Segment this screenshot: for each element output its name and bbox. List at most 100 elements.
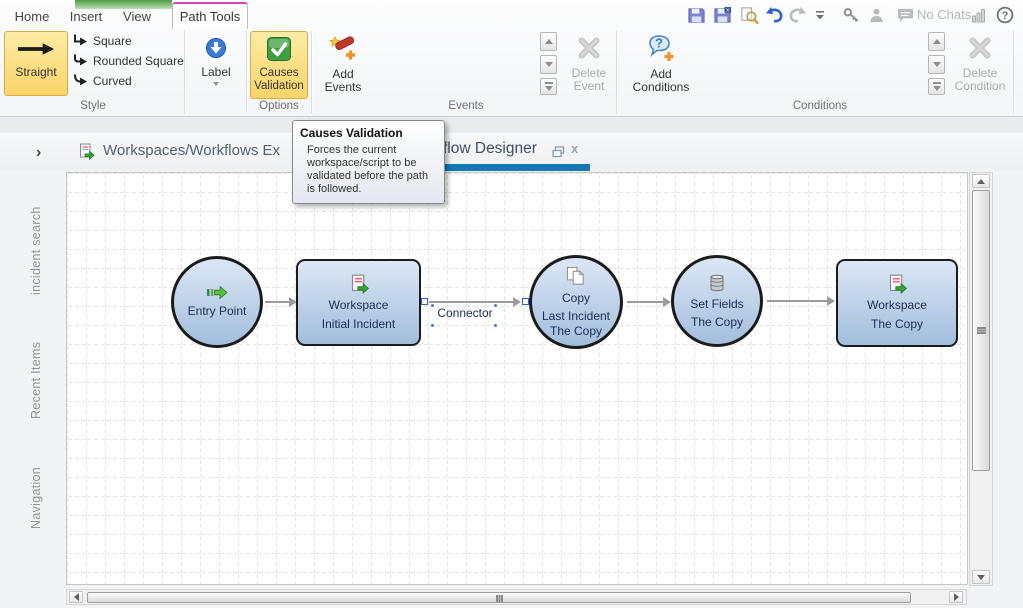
workspace-icon [887, 274, 907, 298]
event-spinner-up[interactable] [540, 32, 557, 51]
ribbon-tab-view[interactable]: View [114, 5, 160, 28]
quick-access-toolbar: x No Chats [680, 0, 1023, 28]
label-dropdown-arrow [213, 82, 219, 86]
node-workspace-the-copy[interactable]: Workspace The Copy [836, 259, 958, 347]
add-events-icon [328, 33, 358, 66]
svg-text:?: ? [655, 36, 663, 51]
group-divider [616, 31, 617, 113]
thumb-grip [977, 327, 986, 329]
scroll-down-button[interactable] [972, 570, 990, 584]
flow-arrow [627, 301, 663, 303]
events-group-label: Events [400, 100, 532, 114]
event-spinner-down[interactable] [540, 55, 557, 74]
document-tab-bar: › Workspaces/Workflows Ex flow Designer … [0, 133, 1023, 171]
scroll-right-button[interactable] [949, 591, 963, 603]
user-icon[interactable] [865, 5, 887, 25]
document-tab-icon [78, 143, 95, 165]
square-path-button[interactable]: Square [72, 32, 132, 50]
copy-icon [564, 266, 588, 291]
causes-validation-button[interactable]: Causes Validation [250, 31, 308, 99]
add-conditions-icon: ? [646, 33, 676, 66]
help-icon[interactable]: ? [994, 5, 1016, 25]
selection-dot [494, 304, 497, 307]
ribbon-tab-path-tools[interactable]: Path Tools [172, 2, 248, 29]
workflow-canvas[interactable]: Connector Entry Point Workspace Initial … [66, 172, 968, 585]
sidebar-item-navigation[interactable]: Navigation [27, 448, 45, 548]
vertical-scrollbar[interactable] [969, 172, 993, 586]
ribbon-lower-strip [0, 117, 1023, 133]
node-entry-point[interactable]: Entry Point [171, 256, 263, 348]
tooltip-body: Forces the current workspace/script to b… [307, 144, 439, 196]
restore-window-icon[interactable] [552, 145, 565, 163]
preview-search-icon[interactable] [738, 5, 760, 25]
curved-path-icon [72, 73, 88, 90]
causes-validation-tooltip: Causes Validation Forces the current wor… [292, 120, 445, 204]
ribbon: Home Insert View Path Tools x [0, 0, 1023, 117]
selection-dot [494, 324, 497, 327]
delete-condition-icon [966, 34, 994, 65]
node-set-fields[interactable]: Set Fields The Copy [671, 255, 763, 347]
straight-path-button[interactable]: Straight [4, 31, 68, 96]
delete-event-button: Delete Event [560, 31, 618, 97]
key-icon[interactable] [840, 5, 862, 25]
conditions-group-label: Conditions [754, 100, 886, 114]
condition-spinner-up[interactable] [928, 32, 945, 51]
group-divider [184, 31, 185, 113]
condition-spinner-more[interactable] [928, 78, 945, 95]
node-workspace-initial-incident[interactable]: Workspace Initial Incident [296, 259, 421, 346]
connector-endpoint-handle[interactable] [522, 298, 529, 305]
svg-text:x: x [726, 7, 729, 13]
svg-text:?: ? [1002, 10, 1009, 22]
add-conditions-button[interactable]: ? Add Conditions [628, 31, 694, 97]
selection-dot [431, 304, 434, 307]
sidebar-item-recent-items[interactable]: Recent Items [27, 320, 45, 440]
delete-event-icon [575, 34, 603, 65]
connector-endpoint-handle[interactable] [421, 298, 428, 305]
add-events-button[interactable]: Add Events [317, 31, 369, 97]
scroll-up-button[interactable] [972, 174, 990, 188]
node-copy-last-incident[interactable]: Copy Last Incident The Copy [529, 255, 623, 349]
delete-condition-button: Delete Condition [948, 31, 1012, 97]
style-group-label: Style [18, 100, 168, 114]
straight-arrow-icon [16, 41, 56, 60]
grid-background [67, 173, 967, 584]
close-tab-icon[interactable]: x [571, 141, 578, 156]
tooltip-title: Causes Validation [300, 126, 437, 140]
tab-workspaces-workflows[interactable]: Workspaces/Workflows Ex [103, 142, 280, 159]
group-divider [1013, 31, 1014, 113]
save-as-icon[interactable]: x [711, 5, 733, 25]
curved-path-button[interactable]: Curved [72, 72, 132, 90]
ribbon-tab-insert[interactable]: Insert [62, 5, 110, 28]
collapse-chevron-icon[interactable]: › [36, 144, 41, 162]
rounded-square-path-icon [72, 53, 88, 70]
group-divider [246, 31, 247, 113]
undo-icon[interactable] [763, 5, 785, 25]
toolbar-dropdown-icon[interactable] [809, 5, 831, 25]
label-button[interactable]: Label [189, 31, 243, 97]
rounded-square-path-button[interactable]: Rounded Square [72, 52, 184, 70]
options-group-label: Options [248, 100, 310, 114]
chat-icon[interactable] [894, 5, 916, 25]
vertical-scroll-thumb[interactable] [972, 190, 990, 471]
label-icon [205, 37, 227, 62]
horizontal-scrollbar[interactable] [66, 589, 967, 605]
event-spinner-more[interactable] [540, 78, 557, 95]
signal-bars-icon[interactable] [968, 5, 990, 25]
no-chats-label: No Chats [917, 7, 971, 22]
connector-line[interactable] [429, 301, 513, 303]
connector-label[interactable]: Connector [429, 306, 501, 320]
tab-workflow-designer[interactable]: flow Designer [443, 140, 537, 158]
redo-icon [787, 5, 809, 25]
condition-spinner-down[interactable] [928, 55, 945, 74]
ribbon-tab-home[interactable]: Home [8, 5, 56, 28]
thumb-grip [496, 595, 498, 602]
save-icon[interactable] [685, 5, 707, 25]
sidebar-item-incident-search[interactable]: incident search [27, 183, 45, 318]
flow-arrow [767, 300, 827, 302]
workspace-icon [349, 274, 369, 298]
horizontal-scroll-thumb[interactable] [87, 592, 911, 603]
entry-point-icon [206, 285, 228, 304]
selection-dot [431, 324, 434, 327]
scroll-left-button[interactable] [69, 591, 83, 603]
causes-validation-icon [266, 36, 292, 65]
